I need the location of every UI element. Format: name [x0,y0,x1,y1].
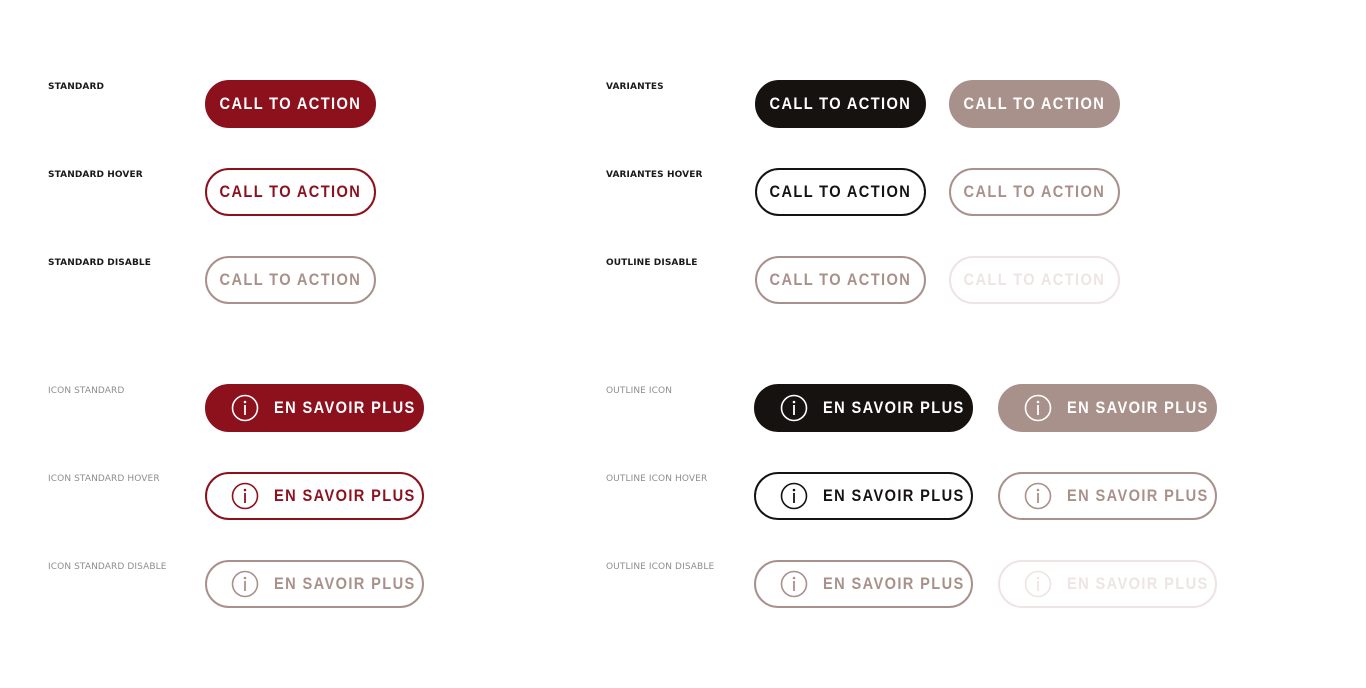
info-label: EN SAVOIR PLUS [823,486,965,505]
outline-icon-disabled-button[interactable]: EN SAVOIR PLUS [754,560,973,608]
label-outline-disable: OUTLINE DISABLE [606,258,698,268]
info-label: EN SAVOIR PLUS [1067,398,1209,417]
label-icon-standard-hover: ICON STANDARD HOVER [48,474,160,484]
icon-standard-button[interactable]: EN SAVOIR PLUS [205,384,424,432]
info-label: EN SAVOIR PLUS [1067,486,1209,505]
cta-variant-black-button[interactable]: CALL TO ACTION [755,80,926,128]
cta-label: CALL TO ACTION [219,270,362,289]
outline-icon-black-hover-button[interactable]: EN SAVOIR PLUS [754,472,973,520]
cta-variant-taupe-button[interactable]: CALL TO ACTION [949,80,1120,128]
label-icon-standard: ICON STANDARD [48,386,125,396]
cta-outline-disabled-button[interactable]: CALL TO ACTION [755,256,926,304]
label-outline-icon-disable: OUTLINE ICON DISABLE [606,562,715,572]
cta-label: CALL TO ACTION [963,270,1106,289]
cta-label: CALL TO ACTION [963,94,1106,113]
label-standard-disable: STANDARD DISABLE [48,258,151,268]
cta-standard-button[interactable]: CALL TO ACTION [205,80,376,128]
info-label: EN SAVOIR PLUS [274,486,416,505]
info-circle-icon [231,482,259,510]
cta-label: CALL TO ACTION [219,94,362,113]
label-standard-hover: STANDARD HOVER [48,170,143,180]
cta-label: CALL TO ACTION [769,182,912,201]
cta-variant-taupe-hover-button[interactable]: CALL TO ACTION [949,168,1120,216]
cta-standard-disabled-button[interactable]: CALL TO ACTION [205,256,376,304]
label-variantes-hover: VARIANTES HOVER [606,170,703,180]
cta-label: CALL TO ACTION [963,182,1106,201]
cta-outline-light-disabled-button[interactable]: CALL TO ACTION [949,256,1120,304]
cta-variant-black-hover-button[interactable]: CALL TO ACTION [755,168,926,216]
icon-standard-disabled-button[interactable]: EN SAVOIR PLUS [205,560,424,608]
info-circle-icon [231,570,259,598]
cta-label: CALL TO ACTION [219,182,362,201]
info-label: EN SAVOIR PLUS [1067,574,1209,593]
label-outline-icon-hover: OUTLINE ICON HOVER [606,474,708,484]
info-circle-icon [780,394,808,422]
label-outline-icon: OUTLINE ICON [606,386,673,396]
info-circle-icon [1024,570,1052,598]
info-label: EN SAVOIR PLUS [274,398,416,417]
cta-label: CALL TO ACTION [769,94,912,113]
label-standard: STANDARD [48,82,105,92]
info-circle-icon [1024,394,1052,422]
label-icon-standard-disable: ICON STANDARD DISABLE [48,562,167,572]
outline-icon-taupe-button[interactable]: EN SAVOIR PLUS [998,384,1217,432]
info-label: EN SAVOIR PLUS [274,574,416,593]
outline-icon-black-button[interactable]: EN SAVOIR PLUS [754,384,973,432]
outline-icon-light-disabled-button[interactable]: EN SAVOIR PLUS [998,560,1217,608]
cta-standard-hover-button[interactable]: CALL TO ACTION [205,168,376,216]
cta-label: CALL TO ACTION [769,270,912,289]
info-circle-icon [1024,482,1052,510]
icon-standard-hover-button[interactable]: EN SAVOIR PLUS [205,472,424,520]
info-circle-icon [231,394,259,422]
info-circle-icon [780,570,808,598]
info-label: EN SAVOIR PLUS [823,398,965,417]
info-circle-icon [780,482,808,510]
label-variantes: VARIANTES [606,82,664,92]
info-label: EN SAVOIR PLUS [823,574,965,593]
outline-icon-taupe-hover-button[interactable]: EN SAVOIR PLUS [998,472,1217,520]
